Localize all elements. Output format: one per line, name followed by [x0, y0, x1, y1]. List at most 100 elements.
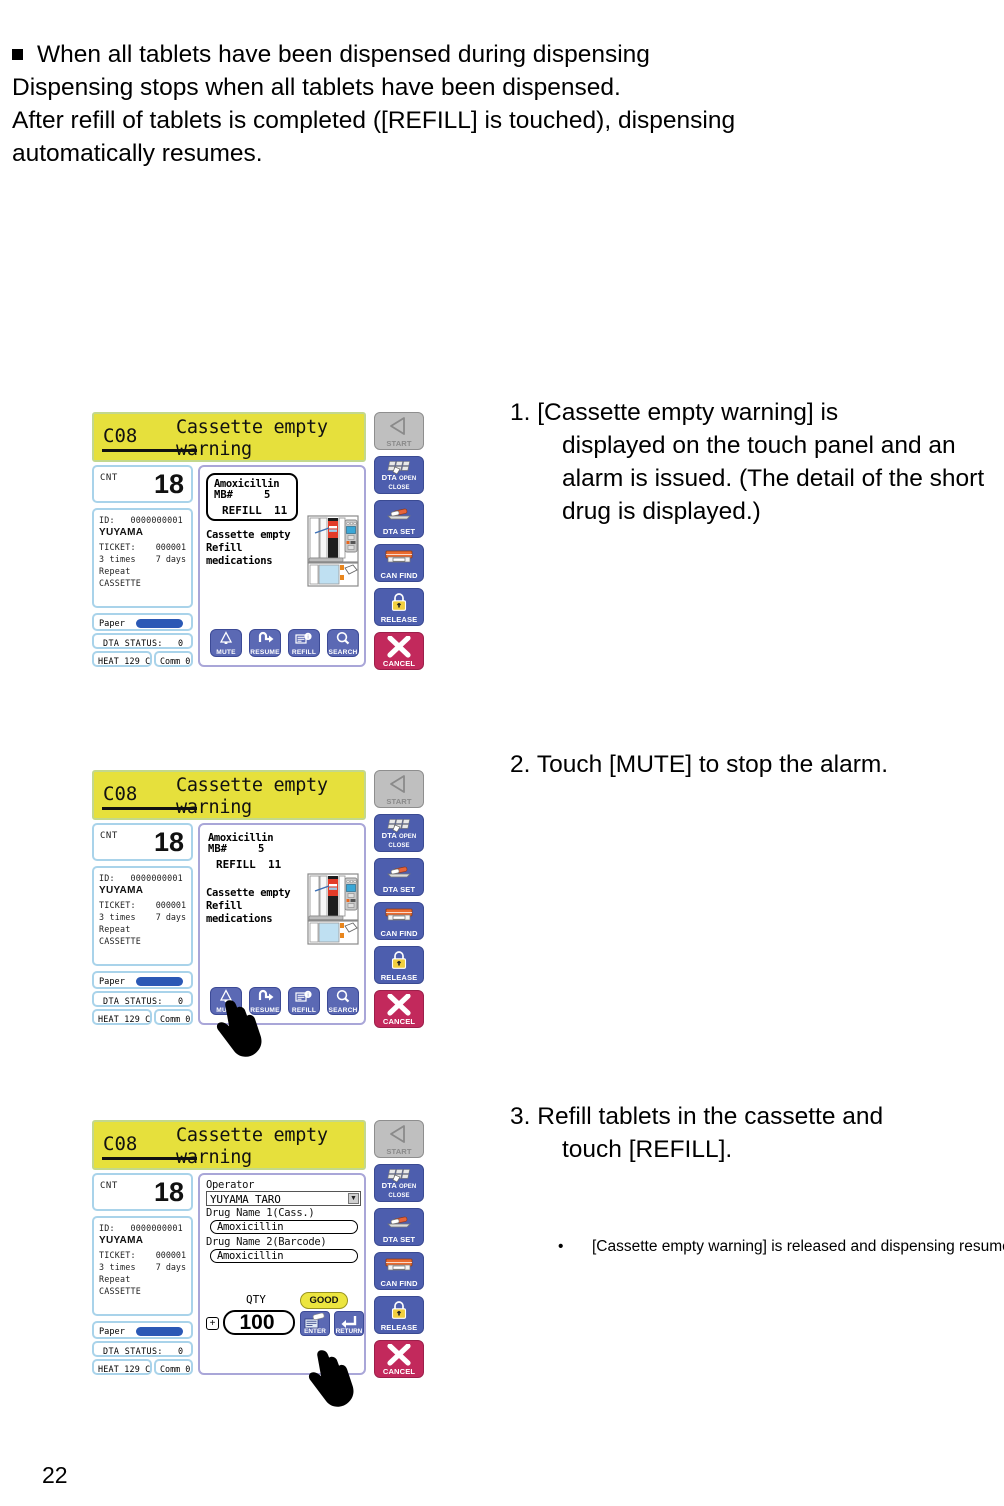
alarm-title: Cassette empty warning [176, 775, 328, 818]
touch-button-resume[interactable]: RESUME [249, 629, 281, 657]
intro-line-2: Dispensing stops when all tablets have b… [12, 74, 621, 101]
bell-icon [211, 989, 241, 1009]
lock-icon [375, 950, 423, 975]
device-screen-3: C08 Cassette empty warning CNT 18 ID: 00… [82, 1116, 426, 1407]
side-button-dta-open-close[interactable]: DTA OPEN CLOSE [374, 1164, 424, 1202]
comm-status-box: Comm 0 [154, 651, 193, 667]
patient-id-label: ID: 0000000001 [99, 1223, 183, 1233]
ticket-value: 000001 [155, 1250, 186, 1260]
days-value: 7 days [155, 554, 186, 564]
screen-body: CNT 18 ID: 0000000001 YUYAMA TICKET: 000… [92, 823, 366, 1033]
return-button[interactable]: RETURN [334, 1311, 364, 1336]
patient-name: YUYAMA [99, 527, 144, 538]
count-label: CNT [100, 473, 118, 483]
enter-button[interactable]: ENTER [300, 1311, 330, 1336]
side-button-can-find[interactable]: CAN FIND [374, 544, 424, 582]
side-button-dta-open-close[interactable]: DTA OPEN CLOSE [374, 814, 424, 852]
patient-name: YUYAMA [99, 885, 144, 896]
step-1-lead: [Cassette empty warning] is [537, 399, 839, 426]
heat-value: HEAT 129 C [98, 656, 151, 666]
can-find-icon [375, 906, 423, 928]
comm-value: Comm 0 [160, 656, 191, 666]
touch-button-search[interactable]: SEARCH [327, 987, 359, 1015]
svg-text:i: i [307, 993, 308, 999]
count-box: CNT 18 [92, 823, 193, 861]
refill-form: Operator YUYAMA TARO ▼ Drug Name 1(Cass.… [206, 1179, 361, 1263]
square-bullet-icon [12, 49, 23, 60]
side-button-release[interactable]: RELEASE [374, 588, 424, 626]
side-button-dta-set[interactable]: DTA SET [374, 858, 424, 896]
touch-button-resume-label: RESUME [250, 1007, 280, 1014]
mb-label: MB# [214, 489, 233, 501]
side-button-cancel[interactable]: CANCEL [374, 1340, 424, 1378]
short-drug-callout: Amoxicillin MB# 5 REFILL 11 [206, 473, 298, 521]
qty-value: 100 [239, 1311, 275, 1334]
side-button-can-find[interactable]: CAN FIND [374, 1252, 424, 1290]
alarm-code: C08 [103, 783, 138, 805]
side-button-dta-open-close[interactable]: DTA OPEN CLOSE [374, 456, 424, 494]
alert-message: Cassette empty Refill medications [206, 887, 291, 925]
can-find-icon [375, 1256, 423, 1278]
drug1-field[interactable]: Amoxicillin [210, 1220, 358, 1234]
dta-status-box: DTA STATUS: 0 [92, 991, 193, 1007]
step-2-number: 2. [510, 751, 531, 778]
side-button-start-label: START [386, 1147, 412, 1156]
dta-status-box: DTA STATUS: 0 [92, 633, 193, 649]
note-text: [Cassette empty warning] is released and… [592, 1238, 1004, 1255]
qty-plus-button[interactable]: + [206, 1317, 219, 1330]
side-button-dta-set[interactable]: DTA SET [374, 500, 424, 538]
count-box: CNT 18 [92, 1173, 193, 1211]
touch-button-refill[interactable]: i REFILL [288, 987, 320, 1015]
touch-button-search-label: SEARCH [328, 1007, 358, 1014]
refill-info-icon: i [289, 989, 319, 1009]
operator-select[interactable]: YUYAMA TARO ▼ [206, 1191, 361, 1206]
step-3-body: touch [REFILL]. [562, 1136, 733, 1163]
side-button-cancel[interactable]: CANCEL [374, 990, 424, 1028]
mb-value: 5 [264, 489, 271, 501]
side-button-can-find[interactable]: CAN FIND [374, 902, 424, 940]
dta-status-box: DTA STATUS: 0 [92, 1341, 193, 1357]
drug2-label: Drug Name 2(Barcode) [206, 1236, 327, 1248]
touch-button-mute[interactable]: MUTE [210, 987, 242, 1015]
side-button-can-find-label: CAN FIND [380, 571, 418, 580]
chevron-down-icon[interactable]: ▼ [348, 1193, 359, 1204]
days-value: 7 days [155, 912, 186, 922]
touch-button-search[interactable]: SEARCH [327, 629, 359, 657]
side-button-start[interactable]: START [374, 412, 424, 450]
screen-body: CNT 18 ID: 0000000001 YUYAMA TICKET: 000… [92, 465, 366, 675]
dta-set-icon [375, 862, 423, 883]
device-screen-1: C08 Cassette empty warning CNT 18 ID: 00… [82, 408, 426, 680]
touch-button-resume[interactable]: RESUME [249, 987, 281, 1015]
refill-count-label: REFILL [216, 858, 256, 871]
intro-bullet-text: When all tablets have been dispensed dur… [37, 41, 650, 68]
side-button-start[interactable]: START [374, 1120, 424, 1158]
heat-status-box: HEAT 129 C [92, 1009, 152, 1025]
dta-status-label: DTA STATUS: [103, 1346, 163, 1356]
side-button-release[interactable]: RELEASE [374, 1296, 424, 1334]
cassette-label: CASSETTE [99, 1286, 141, 1296]
touch-button-mute[interactable]: MUTE [210, 629, 242, 657]
days-value: 7 days [155, 1262, 186, 1272]
step-1-number: 1. [510, 399, 531, 426]
step-1-body: displayed on the touch panel and an alar… [562, 432, 985, 525]
alarm-code: C08 [103, 425, 138, 447]
short-drug-callout: Amoxicillin MB# 5 REFILL 11 [202, 829, 302, 877]
qty-field[interactable]: 100 [223, 1310, 295, 1335]
touch-button-refill-label: REFILL [291, 1007, 317, 1014]
side-button-can-find-label: CAN FIND [380, 1279, 418, 1288]
patient-info-box: ID: 0000000001 YUYAMA TICKET: 000001 3 t… [92, 866, 193, 966]
ticket-label: TICKET: [99, 542, 136, 552]
side-button-dta-set[interactable]: DTA SET [374, 1208, 424, 1246]
step-2: 2. Touch [MUTE] to stop the alarm. [510, 748, 1004, 781]
page-number: 22 [42, 1462, 68, 1488]
main-display-panel: Operator YUYAMA TARO ▼ Drug Name 1(Cass.… [198, 1173, 366, 1375]
drug2-field[interactable]: Amoxicillin [210, 1249, 358, 1263]
side-button-cancel[interactable]: CANCEL [374, 632, 424, 670]
quantity-row: QTY GOOD + 100 ENTER RETURN [206, 1292, 366, 1336]
patient-id-label: ID: 0000000001 [99, 873, 183, 883]
side-button-release[interactable]: RELEASE [374, 946, 424, 984]
side-button-start[interactable]: START [374, 770, 424, 808]
play-triangle-icon [375, 416, 423, 441]
dta-status-value: 0 [177, 996, 183, 1006]
touch-button-refill[interactable]: i REFILL [288, 629, 320, 657]
